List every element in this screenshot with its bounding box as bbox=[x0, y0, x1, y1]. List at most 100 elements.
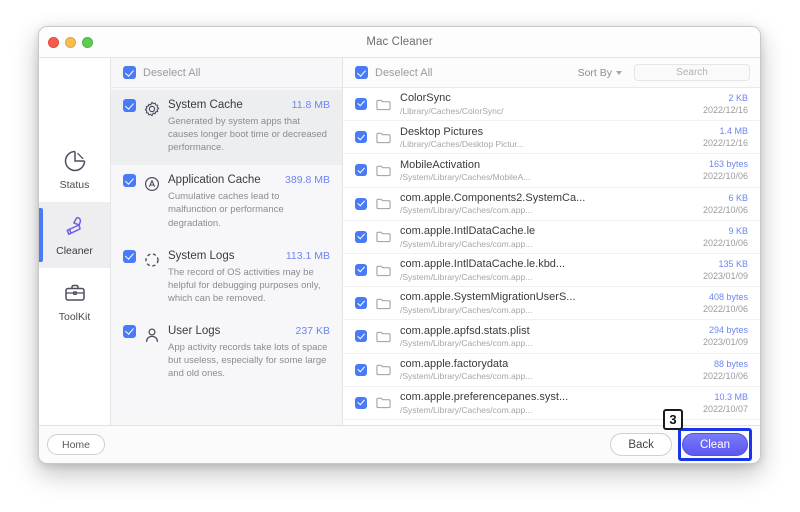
file-row-checkbox[interactable] bbox=[355, 396, 367, 409]
folder-icon bbox=[376, 298, 391, 309]
back-button[interactable]: Back bbox=[610, 433, 672, 456]
category-row[interactable]: System Cache 11.8 MB Generated by system… bbox=[111, 90, 342, 166]
gear-icon bbox=[144, 101, 160, 117]
file-path: /System/Library/Caches/com.app... bbox=[400, 271, 533, 282]
window-title: Mac Cleaner bbox=[366, 36, 433, 48]
file-row[interactable]: ColorSync/Library/Caches/ColorSync/2 KB 2… bbox=[343, 88, 760, 122]
sidebar-item-label: ToolKit bbox=[58, 310, 91, 323]
close-window-button[interactable] bbox=[48, 37, 59, 48]
file-size: 1.4 MB bbox=[719, 126, 748, 137]
category-row[interactable]: System Logs 113.1 MB The record of OS ac… bbox=[111, 241, 342, 316]
category-size: 113.1 MB bbox=[285, 249, 330, 262]
file-row[interactable]: com.apple.IntlDataCache.le.kbd.../System… bbox=[343, 254, 760, 288]
file-name: com.apple.SystemMigrationUserS... bbox=[400, 291, 576, 304]
file-date: 2022/10/06 bbox=[702, 204, 748, 215]
file-row-checkbox[interactable] bbox=[355, 197, 367, 210]
file-row[interactable]: com.apple.preferencepanes.syst.../System… bbox=[343, 387, 760, 420]
file-row-checkbox[interactable] bbox=[355, 98, 367, 111]
sidebar-item-label: Status bbox=[59, 178, 90, 191]
file-row[interactable]: com.apple.apfsd.stats.plist/System/Libra… bbox=[343, 320, 760, 354]
file-name: com.apple.factorydata bbox=[400, 357, 509, 370]
sidebar-item-status[interactable]: Status bbox=[39, 136, 110, 202]
categories-deselect-all-checkbox[interactable] bbox=[123, 66, 136, 79]
file-row-text: com.apple.SystemMigrationUserS.../System… bbox=[400, 291, 694, 315]
category-description: Generated by system apps that causes lon… bbox=[168, 116, 327, 154]
window-titlebar: Mac Cleaner bbox=[39, 27, 760, 58]
home-button[interactable]: Home bbox=[47, 434, 106, 455]
category-list: System Cache 11.8 MB Generated by system… bbox=[111, 88, 342, 425]
sidebar-item-cleaner[interactable]: Cleaner bbox=[39, 202, 110, 268]
file-row-text: ColorSync/Library/Caches/ColorSync/ bbox=[400, 92, 694, 116]
file-row[interactable]: Desktop Pictures/Library/Caches/Desktop … bbox=[343, 121, 760, 155]
file-name: com.apple.IntlDataCache.le.kbd... bbox=[400, 258, 566, 271]
file-row-text: com.apple.IntlDataCache.le/System/Librar… bbox=[400, 225, 694, 249]
category-checkbox[interactable] bbox=[123, 249, 136, 263]
file-name: Desktop Pictures bbox=[400, 125, 484, 138]
file-row-checkbox[interactable] bbox=[355, 164, 367, 177]
zoom-window-button[interactable] bbox=[82, 37, 93, 48]
file-row-text: Desktop Pictures/Library/Caches/Desktop … bbox=[400, 126, 694, 150]
category-description: App activity records take lots of space … bbox=[168, 341, 328, 380]
clean-button[interactable]: Clean bbox=[681, 433, 748, 456]
file-path: /System/Library/Caches/MobileA... bbox=[400, 172, 531, 183]
file-name: com.apple.IntlDataCache.le bbox=[400, 225, 536, 238]
briefcase-icon bbox=[64, 284, 85, 301]
file-row[interactable]: com.apple.Components2.SystemCa.../System… bbox=[343, 188, 760, 221]
file-row-checkbox[interactable] bbox=[355, 297, 367, 310]
folder-icon bbox=[376, 198, 391, 210]
file-date: 2022/10/06 bbox=[702, 171, 748, 182]
file-row-checkbox[interactable] bbox=[355, 363, 367, 376]
screenshot-stage: Mac Cleaner Status Cleaner ToolKit Desel… bbox=[0, 0, 800, 512]
category-checkbox[interactable] bbox=[123, 174, 136, 188]
file-row-checkbox[interactable] bbox=[355, 131, 367, 144]
file-row-meta: 2 KB 2022/12/16 bbox=[703, 93, 748, 115]
file-row[interactable]: MobileActivation/System/Library/Caches/M… bbox=[343, 154, 760, 188]
categories-deselect-all-label: Deselect All bbox=[143, 66, 201, 79]
file-name: com.apple.preferencepanes.syst... bbox=[400, 391, 569, 404]
category-size: 389.8 MB bbox=[285, 174, 330, 187]
file-panel: Deselect All Sort By Search ColorSync/Li… bbox=[343, 58, 760, 425]
file-row-meta: 294 bytes 2023/01/09 bbox=[703, 325, 748, 347]
file-date: 2023/01/09 bbox=[702, 271, 748, 282]
category-content: System Cache 11.8 MB Generated by system… bbox=[168, 99, 330, 154]
file-row-checkbox[interactable] bbox=[355, 230, 367, 243]
file-row[interactable]: com.apple.factorydata/System/Library/Cac… bbox=[343, 354, 760, 387]
file-path: /System/Library/Caches/com.app... bbox=[400, 304, 533, 315]
folder-icon bbox=[376, 265, 391, 276]
sort-by-dropdown[interactable]: Sort By bbox=[578, 67, 622, 79]
categories-deselect-all-row[interactable]: Deselect All bbox=[111, 58, 342, 88]
files-deselect-all-checkbox[interactable] bbox=[355, 66, 368, 79]
search-placeholder: Search bbox=[676, 67, 708, 78]
folder-icon bbox=[376, 165, 391, 177]
file-size: 6 KB bbox=[728, 192, 748, 203]
file-row[interactable]: com.apple.SystemMigrationUserS.../System… bbox=[343, 287, 760, 321]
pie-chart-icon bbox=[64, 150, 85, 171]
file-row-checkbox[interactable] bbox=[355, 330, 367, 343]
file-row-meta: 135 KB 2023/01/09 bbox=[703, 259, 748, 281]
file-panel-toolbar: Deselect All Sort By Search bbox=[343, 58, 760, 88]
file-date: 2022/10/07 bbox=[702, 403, 748, 414]
search-input[interactable]: Search bbox=[634, 64, 750, 81]
file-size: 408 bytes bbox=[708, 292, 748, 303]
category-checkbox[interactable] bbox=[123, 99, 136, 112]
category-row[interactable]: Application Cache 389.8 MB Cumulative ca… bbox=[111, 165, 342, 240]
category-checkbox[interactable] bbox=[123, 324, 136, 338]
category-description: The record of OS activities may be helpf… bbox=[168, 266, 321, 304]
category-row[interactable]: User Logs 237 KB App activity records ta… bbox=[111, 316, 342, 391]
sidebar-nav: Status Cleaner ToolKit bbox=[39, 58, 111, 425]
file-date: 2023/01/09 bbox=[702, 337, 748, 348]
person-icon bbox=[145, 328, 159, 343]
sidebar-item-toolkit[interactable]: ToolKit bbox=[39, 268, 110, 334]
file-row-meta: 163 bytes 2022/10/06 bbox=[703, 159, 748, 181]
file-name: ColorSync bbox=[400, 92, 451, 105]
minimize-window-button[interactable] bbox=[65, 37, 76, 48]
category-name: System Logs bbox=[168, 249, 235, 262]
file-date: 2022/12/16 bbox=[702, 138, 748, 149]
file-date: 2022/10/06 bbox=[702, 237, 748, 248]
file-row-meta: 9 KB 2022/10/06 bbox=[703, 226, 748, 248]
file-list[interactable]: ColorSync/Library/Caches/ColorSync/2 KB 2… bbox=[343, 88, 760, 425]
folder-icon bbox=[376, 331, 391, 343]
file-row[interactable]: com.apple.IntlDataCache.le/System/Librar… bbox=[343, 221, 760, 254]
file-row-checkbox[interactable] bbox=[355, 264, 367, 277]
file-row-text: com.apple.IntlDataCache.le.kbd.../System… bbox=[400, 258, 694, 282]
